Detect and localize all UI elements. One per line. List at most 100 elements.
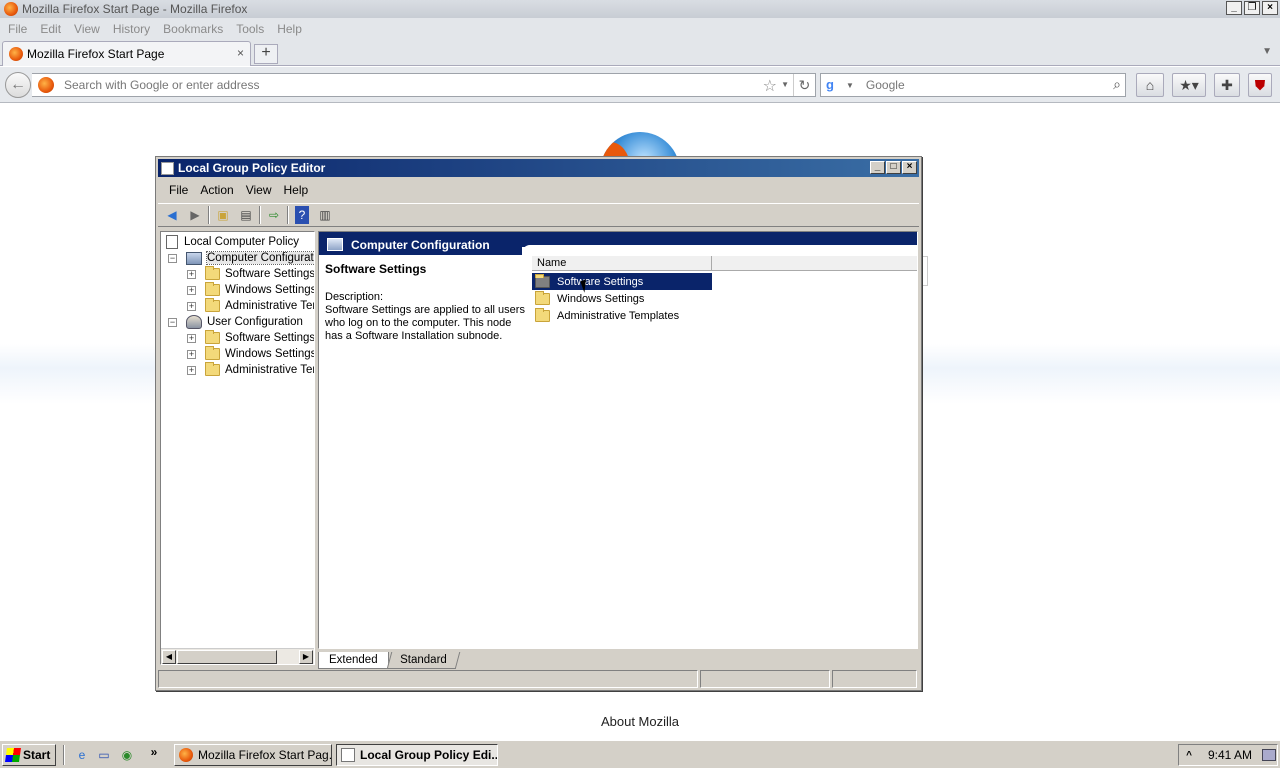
menu-history[interactable]: History <box>113 22 159 36</box>
folder-icon <box>205 346 220 360</box>
search-bar[interactable]: g ▼ Google ⌕ <box>820 73 1126 97</box>
tab-firefox-start-page[interactable]: Mozilla Firefox Start Page × <box>2 41 251 66</box>
home-button[interactable]: ⌂ <box>1136 73 1164 97</box>
menu-help[interactable]: Help <box>277 22 311 36</box>
export-list-icon[interactable]: ⇨ <box>264 206 284 224</box>
back-button[interactable]: ← <box>5 72 31 98</box>
tree-item-label: Local Computer Policy <box>184 236 300 248</box>
mmc-menu-view[interactable]: View <box>241 183 279 197</box>
forward-arrow-icon[interactable]: ▶ <box>185 206 205 224</box>
list-item-administrative-templates[interactable]: Administrative Templates <box>535 308 681 324</box>
ublock-button[interactable]: ⛊ <box>1248 73 1272 97</box>
mmc-menu-action[interactable]: Action <box>195 183 240 197</box>
scroll-left-arrow-icon[interactable]: ◀ <box>162 650 176 664</box>
tree-item-local-computer-policy[interactable]: Local Computer Policy <box>166 234 299 250</box>
reload-icon[interactable]: ↻ <box>793 74 815 96</box>
url-history-dropdown-icon[interactable]: ▼ <box>781 80 789 89</box>
addons-button[interactable]: ✚ <box>1214 73 1240 97</box>
close-button[interactable]: × <box>1262 1 1278 15</box>
url-placeholder: Search with Google or enter address <box>64 78 260 92</box>
browser-window-controls: _ ❐ × <box>1226 1 1278 15</box>
mmc-title-bar[interactable]: Local Group Policy Editor _ □ × <box>158 159 919 177</box>
tab-strip: Mozilla Firefox Start Page × + ▼ <box>0 40 1280 66</box>
tree-item-user-software-settings[interactable]: + Software Settings <box>187 330 315 346</box>
scroll-right-arrow-icon[interactable]: ▶ <box>299 650 313 664</box>
media-player-icon[interactable]: ◉ <box>119 747 135 763</box>
menu-tools[interactable]: Tools <box>236 22 273 36</box>
back-arrow-icon[interactable]: ◀ <box>162 206 182 224</box>
list-item-label: Windows Settings <box>557 293 645 305</box>
show-hidden-icons-icon[interactable]: ^ <box>1182 750 1196 761</box>
mmc-menu-help[interactable]: Help <box>279 183 316 197</box>
status-bar <box>158 670 919 688</box>
tree-item-user-administrative-templates[interactable]: + Administrative Tem <box>187 362 314 378</box>
search-icon[interactable]: ⌕ <box>1113 76 1121 93</box>
list-item-label: Administrative Templates <box>557 310 680 322</box>
tree-item-user-configuration[interactable]: − User Configuration <box>168 314 303 330</box>
help-icon[interactable]: ? <box>295 206 309 224</box>
taskbar-button-gpedit[interactable]: Local Group Policy Edi... <box>336 744 498 766</box>
expand-toggle-icon[interactable]: + <box>187 301 196 311</box>
restore-button[interactable]: ❐ <box>1244 1 1260 15</box>
collapse-toggle-icon[interactable]: − <box>168 317 177 327</box>
google-engine-icon[interactable]: g <box>826 77 842 93</box>
tab-extended[interactable]: Extended <box>318 652 389 669</box>
internet-explorer-icon[interactable]: e <box>74 747 90 763</box>
firefox-icon <box>179 748 193 762</box>
network-icon[interactable] <box>1262 749 1277 761</box>
clock[interactable]: 9:41 AM <box>1208 748 1252 762</box>
url-bar[interactable]: Search with Google or enter address ☆ ▼ … <box>32 73 816 97</box>
computer-icon <box>186 251 202 265</box>
mmc-menu-file[interactable]: File <box>164 183 195 197</box>
tree-item-windows-settings[interactable]: + Windows Settings <box>187 282 315 298</box>
show-desktop-icon[interactable]: ▭ <box>96 747 112 763</box>
about-mozilla-link[interactable]: About Mozilla <box>0 714 1280 729</box>
expand-toggle-icon[interactable]: + <box>187 285 196 295</box>
mmc-minimize-button[interactable]: _ <box>870 161 885 174</box>
toolbar-separator <box>208 206 210 224</box>
tree-item-software-settings[interactable]: + Software Settings <box>187 266 314 282</box>
up-folder-icon[interactable]: ▣ <box>213 206 233 224</box>
menu-file[interactable]: File <box>8 22 36 36</box>
start-label: Start <box>23 748 51 762</box>
status-panel <box>158 670 698 688</box>
properties-pane-icon[interactable]: ▥ <box>315 206 335 224</box>
show-hide-console-tree-icon[interactable]: ▤ <box>236 206 256 224</box>
collapse-toggle-icon[interactable]: − <box>168 253 177 263</box>
expand-toggle-icon[interactable]: + <box>187 365 196 375</box>
tab-close-icon[interactable]: × <box>237 46 244 60</box>
tree-item-computer-configuration[interactable]: − Computer Configuratio <box>168 250 314 266</box>
minimize-button[interactable]: _ <box>1226 1 1242 15</box>
identity-firefox-icon[interactable] <box>38 77 54 93</box>
start-button[interactable]: Start <box>2 744 56 766</box>
taskbar-button-firefox[interactable]: Mozilla Firefox Start Pag... <box>174 744 332 766</box>
folder-icon <box>535 291 550 305</box>
menu-edit[interactable]: Edit <box>40 22 70 36</box>
quick-launch-overflow-icon[interactable]: » <box>146 744 162 760</box>
browser-title-bar[interactable]: Mozilla Firefox Start Page - Mozilla Fir… <box>0 0 1280 18</box>
tree-horizontal-scrollbar[interactable]: ◀ ▶ <box>161 648 314 664</box>
list-header: Name <box>532 256 917 271</box>
description-label: Description: <box>325 291 384 303</box>
new-tab-button[interactable]: + <box>254 44 278 64</box>
tab-standard[interactable]: Standard <box>386 652 460 669</box>
scroll-thumb[interactable] <box>177 650 277 664</box>
expand-toggle-icon[interactable]: + <box>187 333 196 343</box>
mmc-close-button[interactable]: × <box>902 161 917 174</box>
tree-item-label: Software Settings <box>225 332 315 344</box>
tree-item-label: Windows Settings <box>225 284 315 296</box>
menu-view[interactable]: View <box>74 22 109 36</box>
tree-item-user-windows-settings[interactable]: + Windows Settings <box>187 346 314 362</box>
expand-toggle-icon[interactable]: + <box>187 349 196 359</box>
menu-bookmarks[interactable]: Bookmarks <box>163 22 232 36</box>
bookmarks-menu-button[interactable]: ★▾ <box>1172 73 1206 97</box>
tree-item-administrative-templates[interactable]: + Administrative Tem <box>187 298 314 314</box>
tab-list-chevron-icon[interactable]: ▼ <box>1262 46 1272 57</box>
expand-toggle-icon[interactable]: + <box>187 269 196 279</box>
column-header-name[interactable]: Name <box>532 256 712 271</box>
bookmark-star-icon[interactable]: ☆ <box>763 76 777 96</box>
mmc-maximize-button[interactable]: □ <box>886 161 901 174</box>
navigation-toolbar: ← Search with Google or enter address ☆ … <box>0 67 1280 103</box>
list-item-windows-settings[interactable]: Windows Settings <box>535 291 646 307</box>
engine-dropdown-icon[interactable]: ▼ <box>846 81 854 90</box>
